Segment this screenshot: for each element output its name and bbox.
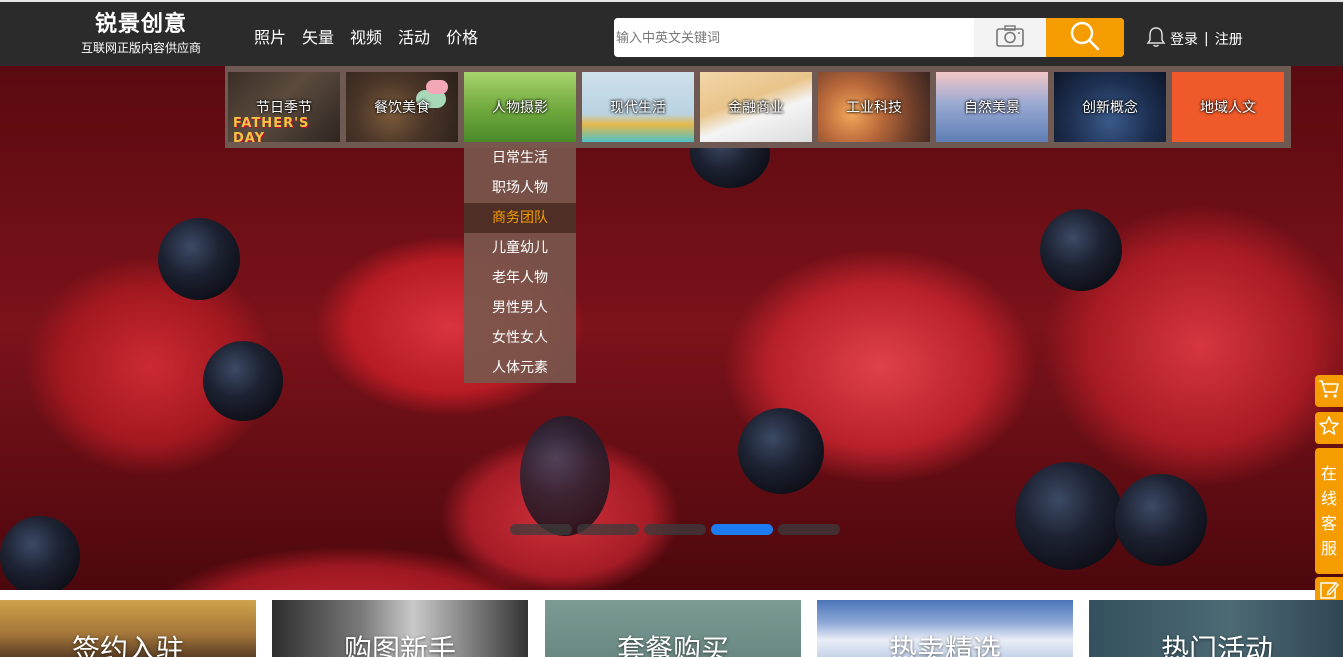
blueberry xyxy=(0,516,80,590)
card-hot-sales[interactable]: 热卖精选 xyxy=(817,600,1073,657)
service-char: 在 xyxy=(1320,464,1337,483)
category-people[interactable]: 人物摄影 xyxy=(464,72,576,142)
register-link[interactable]: 注册 xyxy=(1215,29,1243,49)
category-industry[interactable]: 工业科技 xyxy=(818,72,930,142)
image-search-button[interactable] xyxy=(974,18,1046,57)
card-title: 购图新手 xyxy=(343,633,456,657)
card-hot-events[interactable]: 热门活动 xyxy=(1089,600,1343,657)
category-label: 餐饮美食 xyxy=(374,100,430,116)
favorites-button[interactable] xyxy=(1315,412,1343,444)
star-icon xyxy=(1318,415,1340,441)
slider-dot[interactable] xyxy=(577,524,639,535)
login-link[interactable]: 登录 xyxy=(1170,29,1198,49)
search-bar xyxy=(614,18,1124,57)
category-finance[interactable]: 金融商业 xyxy=(700,72,812,142)
card-sign-up[interactable]: 签约入驻 xyxy=(0,600,256,657)
slider-pagination xyxy=(510,524,840,535)
card-title: 签约入驻 xyxy=(71,633,184,657)
category-label: 自然美景 xyxy=(964,100,1020,116)
separator: | xyxy=(1204,31,1209,47)
category-label: 工业科技 xyxy=(846,100,902,116)
slider-dot[interactable] xyxy=(510,524,572,535)
category-concepts[interactable]: 创新概念 xyxy=(1054,72,1166,142)
search-input[interactable] xyxy=(614,18,974,57)
slider-dot[interactable] xyxy=(644,524,706,535)
submenu-item[interactable]: 职场人物 xyxy=(464,173,576,203)
blueberry xyxy=(1015,462,1123,570)
category-food[interactable]: 餐饮美食 xyxy=(346,72,458,142)
camera-icon xyxy=(995,24,1025,52)
category-label: 金融商业 xyxy=(728,100,784,116)
nav-vectors[interactable]: 矢量 xyxy=(302,24,334,48)
blueberry xyxy=(158,218,240,300)
nav-videos[interactable]: 视频 xyxy=(350,24,382,48)
nav-events[interactable]: 活动 xyxy=(398,24,430,48)
category-nature[interactable]: 自然美景 xyxy=(936,72,1048,142)
category-modern-life[interactable]: 现代生活 xyxy=(582,72,694,142)
logo[interactable]: 锐景创意 互联网正版内容供应商 xyxy=(74,12,208,56)
blueberry xyxy=(1115,474,1207,566)
card-title: 热门活动 xyxy=(1160,633,1273,657)
top-header: 锐景创意 互联网正版内容供应商 照片 矢量 视频 活动 价格 输入中英文关键词 … xyxy=(0,0,1343,66)
nav-photos[interactable]: 照片 xyxy=(254,24,286,48)
search-button[interactable] xyxy=(1046,18,1124,57)
category-label: 节日季节 xyxy=(256,100,312,116)
user-area: 登录 | 注册 xyxy=(1146,26,1243,52)
bell-icon[interactable] xyxy=(1146,26,1166,52)
submenu-item[interactable]: 日常生活 xyxy=(464,143,576,173)
main-nav: 照片 矢量 视频 活动 价格 xyxy=(254,24,478,48)
feature-cards: 签约入驻 购图新手 套餐购买 热卖精选 热门活动 xyxy=(0,600,1343,657)
category-label: 现代生活 xyxy=(610,100,666,116)
nav-pricing[interactable]: 价格 xyxy=(446,24,478,48)
category-label: 创新概念 xyxy=(1082,100,1138,116)
service-char: 客 xyxy=(1320,514,1337,533)
slider-dot-active[interactable] xyxy=(711,524,773,535)
category-label: 地域人文 xyxy=(1200,100,1256,116)
card-package[interactable]: 套餐购买 xyxy=(545,600,801,657)
submenu-item[interactable]: 女性女人 xyxy=(464,323,576,353)
category-festivals[interactable]: FATHER'S DAY 节日季节 xyxy=(228,72,340,142)
cart-button[interactable] xyxy=(1315,375,1343,407)
service-char: 线 xyxy=(1320,489,1337,508)
service-char: 服 xyxy=(1320,539,1337,558)
card-title: 热卖精选 xyxy=(888,633,1001,657)
blueberry xyxy=(1040,209,1122,291)
people-submenu: 日常生活 职场人物 商务团队 儿童幼儿 老年人物 男性男人 女性女人 人体元素 xyxy=(464,143,576,383)
cart-icon xyxy=(1318,379,1340,403)
search-icon xyxy=(1069,20,1101,56)
slider-dot[interactable] xyxy=(778,524,840,535)
blueberry xyxy=(203,341,283,421)
submenu-item[interactable]: 人体元素 xyxy=(464,353,576,383)
submenu-item-active[interactable]: 商务团队 xyxy=(464,203,576,233)
category-bar: FATHER'S DAY 节日季节 餐饮美食 人物摄影 现代生活 金融商业 工业… xyxy=(225,66,1291,148)
submenu-item[interactable]: 男性男人 xyxy=(464,293,576,323)
blueberry xyxy=(520,416,610,536)
category-label: 人物摄影 xyxy=(492,100,548,116)
submenu-item[interactable]: 儿童幼儿 xyxy=(464,233,576,263)
blueberry xyxy=(738,408,824,494)
logo-subtitle: 互联网正版内容供应商 xyxy=(80,41,201,55)
online-service-button[interactable]: 在 线 客 服 xyxy=(1315,448,1343,574)
card-title: 套餐购买 xyxy=(616,633,729,657)
card-new-buyer[interactable]: 购图新手 xyxy=(272,600,528,657)
category-regional-culture[interactable]: 地域人文 xyxy=(1172,72,1284,142)
logo-title: 锐景创意 xyxy=(94,12,187,37)
submenu-item[interactable]: 老年人物 xyxy=(464,263,576,293)
